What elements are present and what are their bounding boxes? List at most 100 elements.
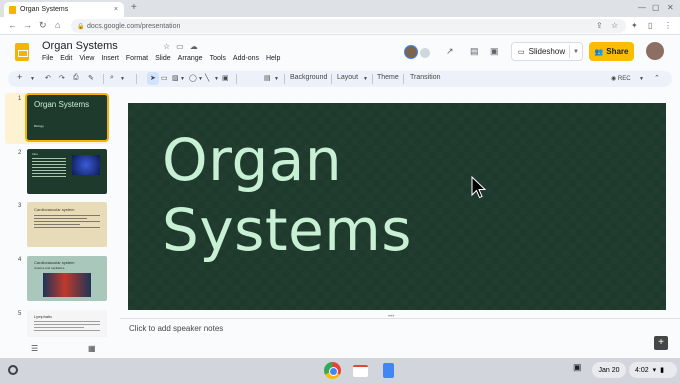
status-tray[interactable]: 4:02 ▾ ▮ — [629, 362, 677, 378]
rec-label: REC — [617, 76, 631, 82]
rec-button[interactable]: ◉ REC — [611, 75, 631, 82]
menu-insert[interactable]: Insert — [101, 55, 119, 62]
slide-thumbnail-3[interactable]: Cardiovascular system — [27, 202, 107, 247]
zoom-dropdown-icon[interactable]: ▼ — [120, 76, 125, 82]
image-dropdown-icon[interactable]: ▼ — [180, 76, 185, 82]
address-bar-row: ← → ↻ ⌂ 🔒 docs.google.com/presentation ⇪… — [0, 17, 680, 35]
slide-thumbnail-2[interactable]: Intro — [27, 149, 107, 194]
reload-icon[interactable]: ↻ — [39, 20, 47, 31]
new-slide-icon[interactable]: + — [17, 72, 22, 82]
star-icon[interactable]: ☆ — [163, 42, 176, 51]
background-button[interactable]: Background — [290, 74, 327, 81]
shape-icon[interactable]: ◯ — [189, 74, 197, 82]
insert-image-icon[interactable]: ▨ — [172, 74, 179, 82]
minimize-icon[interactable]: — — [638, 3, 646, 12]
undo-icon[interactable]: ↶ — [45, 74, 51, 82]
shape-dropdown-icon[interactable]: ▼ — [198, 76, 203, 82]
layout-button[interactable]: Layout — [337, 74, 358, 81]
forward-icon[interactable]: → — [23, 20, 32, 30]
share-button[interactable]: 👥 Share — [589, 42, 634, 61]
date-display[interactable]: Jan 20 — [592, 362, 626, 378]
menu-edit[interactable]: Edit — [60, 55, 72, 62]
current-slide[interactable]: Organ Systems — [128, 103, 666, 310]
slide-title[interactable]: Organ Systems — [162, 125, 412, 265]
line-icon[interactable]: ╲ — [205, 74, 209, 82]
meet-video-icon[interactable]: ▣ — [490, 46, 499, 57]
document-title[interactable]: Organ Systems — [42, 40, 118, 52]
select-cursor-icon[interactable]: ➤ — [150, 74, 156, 82]
slide-number: 5 — [18, 311, 22, 317]
home-icon[interactable]: ⌂ — [55, 20, 60, 30]
menu-format[interactable]: Format — [126, 55, 148, 62]
new-tab-button[interactable]: + — [131, 2, 137, 13]
slide-canvas: Organ Systems ••• — [120, 91, 680, 347]
activity-trend-icon[interactable]: ↗ — [446, 46, 454, 57]
back-icon[interactable]: ← — [8, 20, 17, 30]
share-page-icon[interactable]: ⇪ — [596, 21, 603, 30]
menu-help[interactable]: Help — [266, 55, 280, 62]
slideshow-button[interactable]: ▭ Slideshow ▼ — [511, 42, 583, 61]
transition-button[interactable]: Transition — [410, 74, 440, 81]
cloud-status-icon[interactable]: ☁ — [190, 42, 204, 51]
rec-dropdown-icon[interactable]: ▼ — [639, 76, 644, 82]
chrome-app-icon[interactable] — [324, 362, 341, 379]
redo-icon[interactable]: ↷ — [59, 74, 65, 82]
theme-button[interactable]: Theme — [377, 74, 399, 81]
collaborator-activity-icon[interactable] — [420, 48, 430, 58]
menu-file[interactable]: File — [42, 55, 53, 62]
tab-title: Organ Systems — [20, 6, 69, 13]
url-input[interactable]: 🔒 docs.google.com/presentation — [71, 19, 626, 33]
slideshow-dropdown-icon[interactable]: ▼ — [573, 49, 579, 55]
speaker-notes-placeholder[interactable]: Click to add speaker notes — [129, 324, 223, 333]
menu-slide[interactable]: Slide — [155, 55, 171, 62]
thumb-image — [72, 155, 100, 175]
slides-app: Organ Systems ☆▭☁ File Edit View Insert … — [0, 35, 680, 358]
bookmark-star-icon[interactable]: ☆ — [611, 21, 618, 30]
add-notes-plus-icon[interactable]: + — [654, 336, 668, 350]
tab-close-icon[interactable]: × — [114, 6, 118, 13]
text-box-icon[interactable]: ▭ — [161, 74, 168, 82]
menu-arrange[interactable]: Arrange — [178, 55, 203, 62]
filmstrip-view-icon[interactable]: ☰ — [31, 344, 38, 353]
collaborator-avatar[interactable] — [404, 45, 418, 59]
phone-hub-icon[interactable]: ▣ — [573, 362, 582, 373]
grid-view-icon[interactable]: ▦ — [88, 344, 96, 353]
side-panel-icon[interactable]: ▯ — [648, 21, 652, 30]
share-lock-icon: 👥 — [594, 48, 604, 56]
add-comment-icon[interactable]: ▣ — [222, 74, 229, 82]
browser-menu-icon[interactable]: ⋮ — [664, 21, 672, 30]
zoom-icon[interactable]: ⌕ — [110, 74, 114, 82]
wifi-icon: ▾ — [652, 367, 657, 374]
collapse-toolbar-icon[interactable]: ⌃ — [654, 74, 660, 82]
browser-tab-strip: Organ Systems × + — ▢ ✕ — [0, 0, 680, 17]
new-slide-dropdown-icon[interactable]: ▼ — [30, 76, 35, 82]
user-avatar[interactable] — [646, 42, 664, 60]
window-close-icon[interactable]: ✕ — [667, 3, 674, 12]
layout-dropdown-icon[interactable]: ▼ — [363, 76, 368, 82]
menu-tools[interactable]: Tools — [210, 55, 226, 62]
thumb-title: Cardiovascular system — [34, 207, 75, 212]
arrange-icon[interactable]: ▤ — [264, 74, 271, 82]
menu-addons[interactable]: Add-ons — [233, 55, 259, 62]
gmail-app-icon[interactable] — [353, 365, 368, 377]
slide-title-line-2: Systems — [162, 196, 412, 264]
line-dropdown-icon[interactable]: ▼ — [214, 76, 219, 82]
maximize-icon[interactable]: ▢ — [652, 3, 660, 12]
slide-thumbnail-4[interactable]: Cardiovascular system Arteries and capil… — [27, 256, 107, 301]
extensions-icon[interactable]: ✦ — [631, 21, 638, 30]
arrange-dropdown-icon[interactable]: ▼ — [274, 76, 279, 82]
comments-icon[interactable]: ▤ — [470, 46, 479, 57]
battery-icon: ▮ — [660, 367, 664, 374]
print-icon[interactable]: ⎙ — [73, 74, 79, 82]
menu-view[interactable]: View — [79, 55, 94, 62]
slide-thumbnail-5[interactable]: Lymphatic — [27, 310, 107, 337]
filmstrip-view-controls: ☰ ▦ — [0, 337, 120, 358]
paint-format-icon[interactable]: ✎ — [88, 74, 94, 82]
speaker-notes-panel[interactable]: Click to add speaker notes + — [120, 318, 680, 358]
move-folder-icon[interactable]: ▭ — [176, 42, 190, 51]
slide-thumbnail-1[interactable]: Organ Systems Biology — [25, 93, 109, 142]
launcher-icon[interactable] — [8, 365, 18, 375]
slides-logo-icon[interactable] — [15, 43, 29, 61]
browser-tab[interactable]: Organ Systems × — [4, 2, 124, 17]
docs-app-icon[interactable] — [383, 363, 394, 378]
